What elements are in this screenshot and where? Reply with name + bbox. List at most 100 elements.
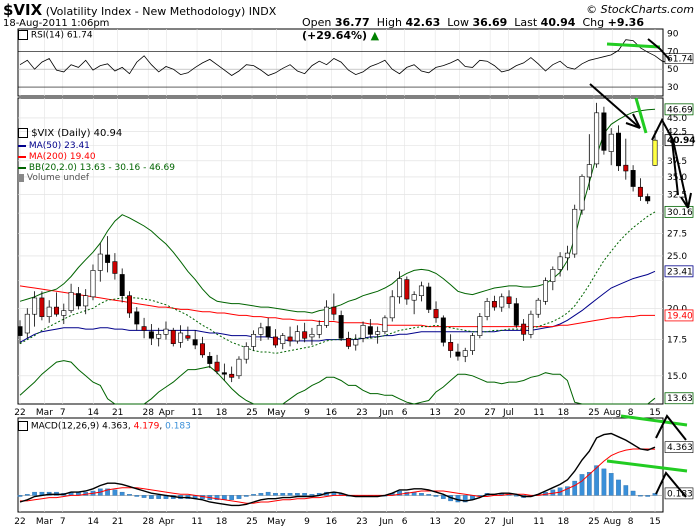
candle xyxy=(39,291,45,321)
macd-legend-hist: 0.183 xyxy=(165,421,191,432)
x-tick-label-bottom: Jul xyxy=(502,517,514,527)
candle-body xyxy=(75,293,81,307)
candle xyxy=(134,307,140,331)
candle-body xyxy=(477,316,483,336)
candle-body xyxy=(637,186,643,197)
rsi-tick-label: 30 xyxy=(667,83,679,93)
candle-body xyxy=(32,297,38,315)
price-tick-label: 45.0 xyxy=(667,114,687,124)
candle-body xyxy=(90,270,96,298)
candle-body xyxy=(119,274,125,297)
candle xyxy=(324,300,330,328)
price-legend-text: $VIX (Daily) 40.94 xyxy=(31,128,123,139)
x-tick-label-top: 18 xyxy=(216,408,228,418)
candle-body xyxy=(214,361,220,372)
candle-body xyxy=(170,330,176,344)
candle-body xyxy=(105,254,111,263)
macd-black-arrow-top xyxy=(655,414,687,441)
candle xyxy=(83,289,89,315)
candle xyxy=(61,303,67,325)
candle-body xyxy=(564,252,570,259)
candle xyxy=(543,277,549,305)
x-tick-label-top: 25 xyxy=(588,408,599,418)
candle-body xyxy=(579,175,585,211)
macd-tick-label: 4.363 xyxy=(667,443,693,453)
candle-body xyxy=(134,311,140,325)
x-tick-label-top: 23 xyxy=(356,408,367,418)
x-tick-label-bottom: 11 xyxy=(533,517,544,527)
price-tick-label: 19.40 xyxy=(667,311,693,321)
macd-histogram-bar xyxy=(32,491,37,496)
candle-body xyxy=(309,333,315,338)
candle-body xyxy=(243,346,249,360)
candle xyxy=(375,326,381,344)
candle-body xyxy=(199,343,205,356)
x-tick-label-bottom: 13 xyxy=(429,517,440,527)
candle-body xyxy=(550,269,556,282)
x-tick-label-top: 11 xyxy=(191,408,202,418)
candle xyxy=(367,319,373,339)
candle xyxy=(287,326,293,347)
candle xyxy=(433,301,439,323)
candle xyxy=(389,290,395,322)
macd-histogram-bar xyxy=(608,473,614,496)
candle-body xyxy=(404,279,410,300)
x-tick-label-bottom: 25 xyxy=(246,517,257,527)
candle-body xyxy=(470,335,476,351)
candle-body xyxy=(645,196,651,202)
rsi-legend: RSI(14) 61.74 xyxy=(18,30,93,41)
macd-histogram-bar xyxy=(149,495,154,499)
candle xyxy=(258,322,264,341)
candle xyxy=(521,319,527,341)
x-tick-label-top: 28 xyxy=(142,408,154,418)
candle-body xyxy=(557,256,563,270)
candle xyxy=(601,106,607,155)
candle xyxy=(316,320,322,339)
x-tick-label-top: 22 xyxy=(14,408,25,418)
ma50-legend-text: MA(50) 23.41 xyxy=(28,141,90,151)
copyright: © StockCharts.com xyxy=(586,3,694,16)
candle-body xyxy=(156,333,162,339)
candle-body xyxy=(484,301,490,317)
macd-histogram-bar xyxy=(251,494,256,496)
volume-legend: Volume undef xyxy=(18,173,89,183)
macd-histogram-bar xyxy=(280,493,286,496)
macd-histogram-bar xyxy=(419,493,424,496)
candle xyxy=(75,286,81,310)
candle xyxy=(499,293,505,312)
candle xyxy=(54,292,59,317)
macd-legend-prefix: MACD(12,26,9) xyxy=(30,421,100,432)
high-label: High xyxy=(376,16,402,29)
candle-body xyxy=(411,294,417,301)
candle-body xyxy=(608,133,614,152)
low-value: 36.69 xyxy=(472,16,508,29)
macd-histogram-bar xyxy=(295,493,300,496)
symbol-name: (Volatility Index - New Methodology) xyxy=(45,5,246,18)
ma200-legend-text: MA(200) 19.40 xyxy=(28,152,96,162)
candle xyxy=(294,325,300,344)
candle xyxy=(331,293,337,321)
candle-body xyxy=(455,351,461,357)
candle-body xyxy=(630,170,636,187)
macd-histogram-bar xyxy=(645,495,651,497)
bb-upper-line xyxy=(19,108,656,314)
candle xyxy=(470,332,476,355)
candle xyxy=(265,317,271,340)
candle xyxy=(608,128,614,166)
candle-body xyxy=(426,286,432,310)
x-tick-label-bottom: Mar xyxy=(36,517,53,527)
candle-body xyxy=(83,295,89,307)
price-tick-label: 17.5 xyxy=(667,336,687,346)
macd-histogram-bar xyxy=(601,468,607,496)
x-tick-label-bottom: 21 xyxy=(112,517,123,527)
macd-legend-icon xyxy=(18,421,28,431)
candle xyxy=(528,310,534,339)
macd-histogram-bar xyxy=(119,491,125,496)
candle-body xyxy=(207,355,213,364)
candle-body xyxy=(345,337,351,347)
candle xyxy=(185,326,191,341)
price-tick-label: 30.16 xyxy=(667,208,693,218)
bb-legend-text: BB(20,2.0) 13.63 - 30.16 - 46.69 xyxy=(28,163,175,173)
macd-histogram-bar xyxy=(630,490,636,496)
candle-body xyxy=(594,112,600,165)
